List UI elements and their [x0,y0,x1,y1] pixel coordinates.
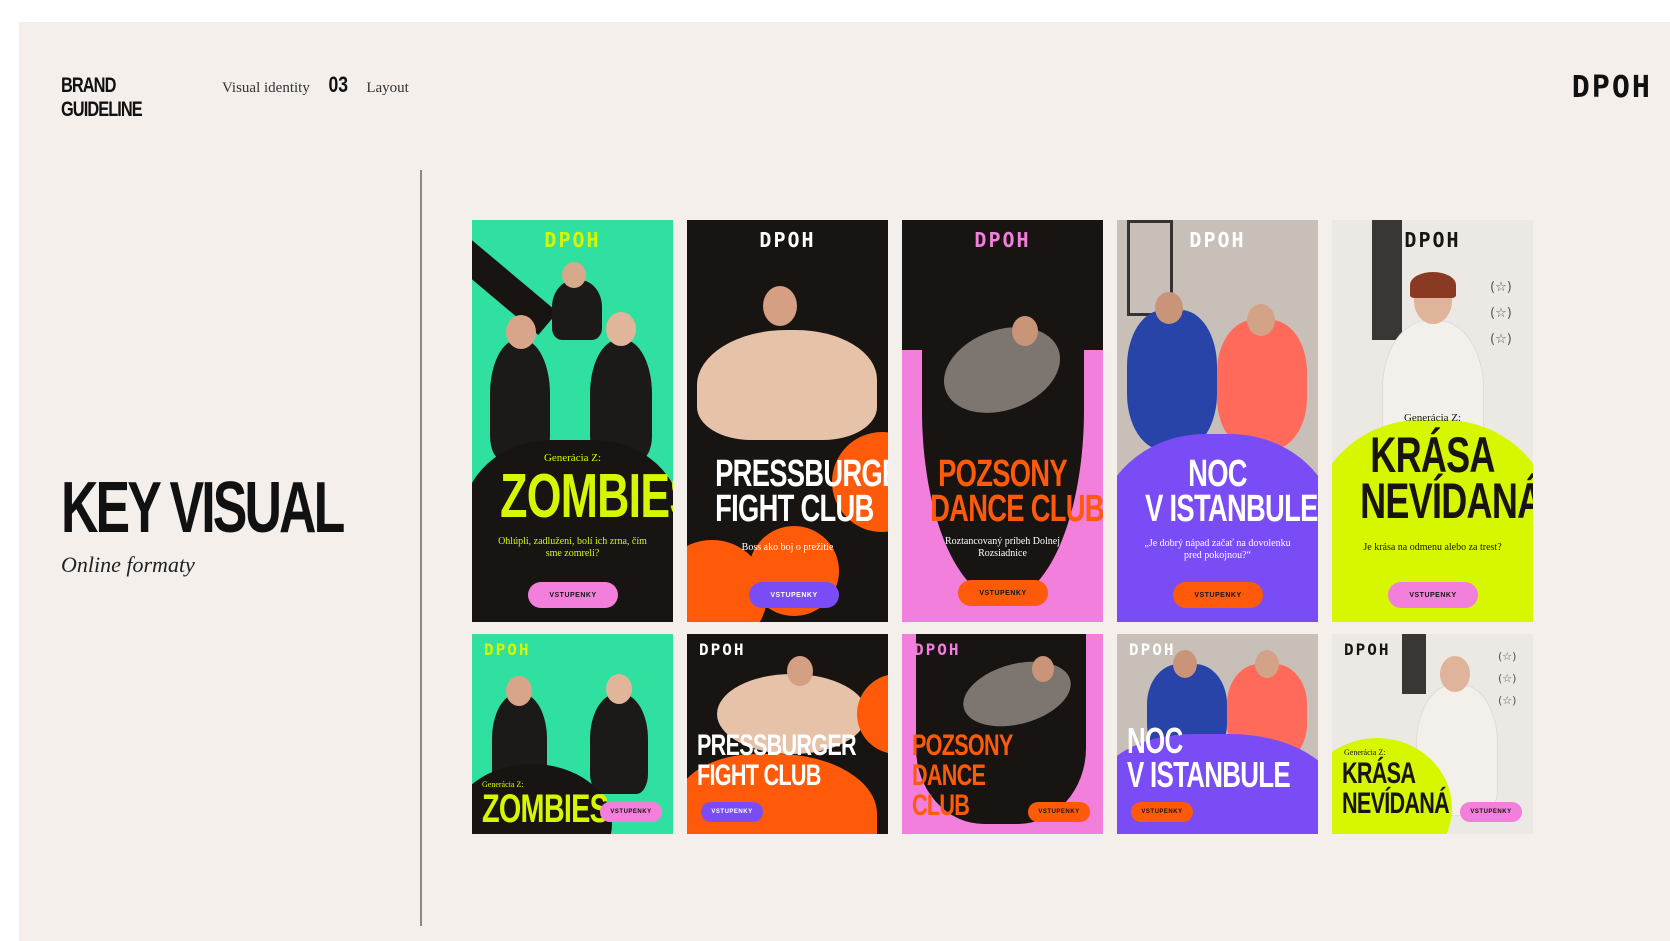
tile-title-line1: POZSONY [938,453,1067,495]
performer-head [562,262,586,288]
performer-figure [552,280,602,340]
tile-title: ZOMBIES [500,462,673,531]
key-visual-dance-club-square: DPOH POZSONY DANCE CLUB VSTUPENKY [902,634,1103,834]
tickets-button[interactable]: VSTUPENKY [1131,802,1193,822]
tile-title-line2: DANCE CLUB [930,488,1103,530]
key-visual-istanbul-square: DPOH NOC V ISTANBULE VSTUPENKY [1117,634,1318,834]
key-visual-krasa-vertical: (☆) (☆) (☆) DPOH Generácia Z: KRÁSA NEVÍ… [1332,220,1533,622]
key-visual-zombies-square: DPOH Generácia Z: ZOMBIES VSTUPENKY [472,634,673,834]
actor-head [1247,304,1275,336]
tile-title-line2: FIGHT CLUB [697,759,821,792]
performer-head [606,312,636,346]
dancer-figure [697,330,877,440]
key-visual-zombies-vertical: DPOH Generácia Z: ZOMBIES Ohlúpli, zadlu… [472,220,673,622]
tile-title-line2: NEVÍDANÁ [1342,787,1450,820]
key-visual-fight-club-square: DPOH PRESSBURGER FIGHT CLUB VSTUPENKY [687,634,888,834]
tile-description: Je krása na odmenu alebo za trest? [1363,542,1502,553]
tile-description: „Je dobrý nápad začať na dovolenku pred … [1144,538,1291,561]
award-laurel-icon: (☆) [1490,332,1512,347]
tile-title-line1: PRESSBURGER [715,453,888,495]
tile-title-line2: V ISTANBULE [1145,488,1318,530]
page-subtitle: Online formaty [61,552,195,577]
dancer-head [787,656,813,686]
tile-title-line1: PRESSBURGER [697,729,857,762]
tile-logo: DPOH [974,228,1031,252]
tile-logo: DPOH [1344,640,1391,659]
tile-description: Roztancovaný príbeh Dolnej Rozsiadnice [945,536,1060,559]
tile-title-line2: V ISTANBULE [1127,754,1291,795]
header: BRAND GUIDELINE Visual identity 03 Layou… [61,72,409,122]
dancer-head [763,286,797,326]
tickets-button[interactable]: VSTUPENKY [749,582,839,608]
tile-title-line2: FIGHT CLUB [715,488,874,530]
orange-circle-shape [857,674,888,754]
tickets-button[interactable]: VSTUPENKY [958,580,1048,606]
actor-figure [1217,320,1307,450]
dancer-head [1032,656,1054,682]
dancer-head [1012,316,1038,346]
tile-title-line1: KRÁSA [1342,757,1416,790]
performer-figure [590,694,648,794]
tile-logo: DPOH [544,228,601,252]
tile-logo: DPOH [759,228,816,252]
tickets-button[interactable]: VSTUPENKY [1028,802,1090,822]
tile-title-line2: NEVÍDANÁ [1360,473,1533,529]
page-title: KEY VISUAL [61,468,345,548]
award-laurel-icon: (☆) [1498,694,1517,707]
performer-head [506,676,532,706]
tile-logo: DPOH [1129,640,1176,659]
section-number: 03 [328,72,348,97]
actor-head [1440,656,1470,692]
crumb-layout[interactable]: Layout [366,80,409,97]
performer-head [506,315,536,349]
performer-head [606,674,632,704]
key-visual-dance-club-vertical: DPOH POZSONY DANCE CLUB Roztancovaný prí… [902,220,1103,622]
hair-shape [1410,272,1456,298]
key-visual-fight-club-vertical: DPOH PRESSBURGER FIGHT CLUB Boss ako boj… [687,220,888,622]
actor-figure [1127,310,1217,450]
tile-title-line1: POZSONY [912,729,1013,762]
tile-description: Ohlúpli, zadlužení, bolí ich zrna, čím s… [498,536,647,559]
award-laurel-icon: (☆) [1490,280,1512,295]
hero: KEY VISUAL Online formaty [61,472,452,578]
tile-logo: DPOH [484,640,531,659]
dpoh-logo: DPOH [1571,70,1652,105]
tickets-button[interactable]: VSTUPENKY [1173,582,1263,608]
tile-kicker: Generácia Z: [1403,412,1462,424]
tickets-button[interactable]: VSTUPENKY [528,582,618,608]
tile-description: Boss ako boj o prežitie [741,542,834,553]
brand-guideline-label: BRAND GUIDELINE [61,74,143,121]
tile-kicker: Generácia Z: [1344,748,1386,757]
award-laurel-icon: (☆) [1490,306,1512,321]
tickets-button[interactable]: VSTUPENKY [1388,582,1478,608]
key-visual-krasa-square: (☆) (☆) (☆) DPOH Generácia Z: KRÁSA NEVÍ… [1332,634,1533,834]
crumb-visual-identity[interactable]: Visual identity [222,80,310,97]
tile-title-line2: DANCE [912,759,986,792]
tickets-button[interactable]: VSTUPENKY [701,802,763,822]
tickets-button[interactable]: VSTUPENKY [1460,802,1522,822]
guideline-page: BRAND GUIDELINE Visual identity 03 Layou… [19,22,1670,941]
tile-title-line1: NOC [1188,453,1247,495]
award-laurel-icon: (☆) [1498,672,1517,685]
actor-head [1155,292,1183,324]
key-visual-istanbul-vertical: DPOH NOC V ISTANBULE „Je dobrý nápad zač… [1117,220,1318,622]
tile-logo: DPOH [1404,228,1461,252]
tile-title: ZOMBIES [482,787,609,831]
tile-logo: DPOH [914,640,961,659]
tile-logo: DPOH [699,640,746,659]
tickets-button[interactable]: VSTUPENKY [600,802,662,822]
tile-logo: DPOH [1189,228,1246,252]
